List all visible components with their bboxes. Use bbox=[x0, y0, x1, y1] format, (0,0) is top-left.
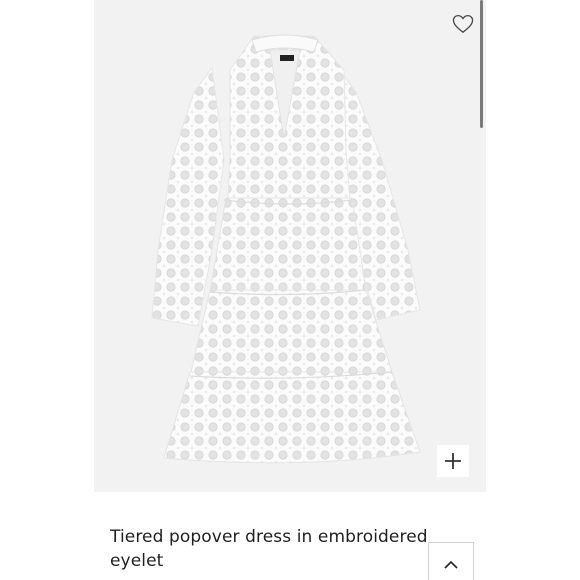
favorite-button[interactable] bbox=[450, 12, 476, 36]
chevron-up-icon bbox=[444, 560, 458, 569]
product-title: Tiered popover dress in embroidered eyel… bbox=[110, 527, 428, 571]
collapse-button[interactable] bbox=[428, 542, 474, 580]
dress-illustration bbox=[151, 34, 421, 464]
heart-outline-icon bbox=[452, 14, 474, 33]
product-image[interactable] bbox=[94, 0, 486, 492]
product-card: Tiered popover dress in embroidered eyel… bbox=[94, 0, 486, 580]
scrollbar-thumb[interactable] bbox=[480, 0, 483, 128]
plus-icon bbox=[445, 453, 461, 469]
zoom-button[interactable] bbox=[437, 445, 469, 477]
